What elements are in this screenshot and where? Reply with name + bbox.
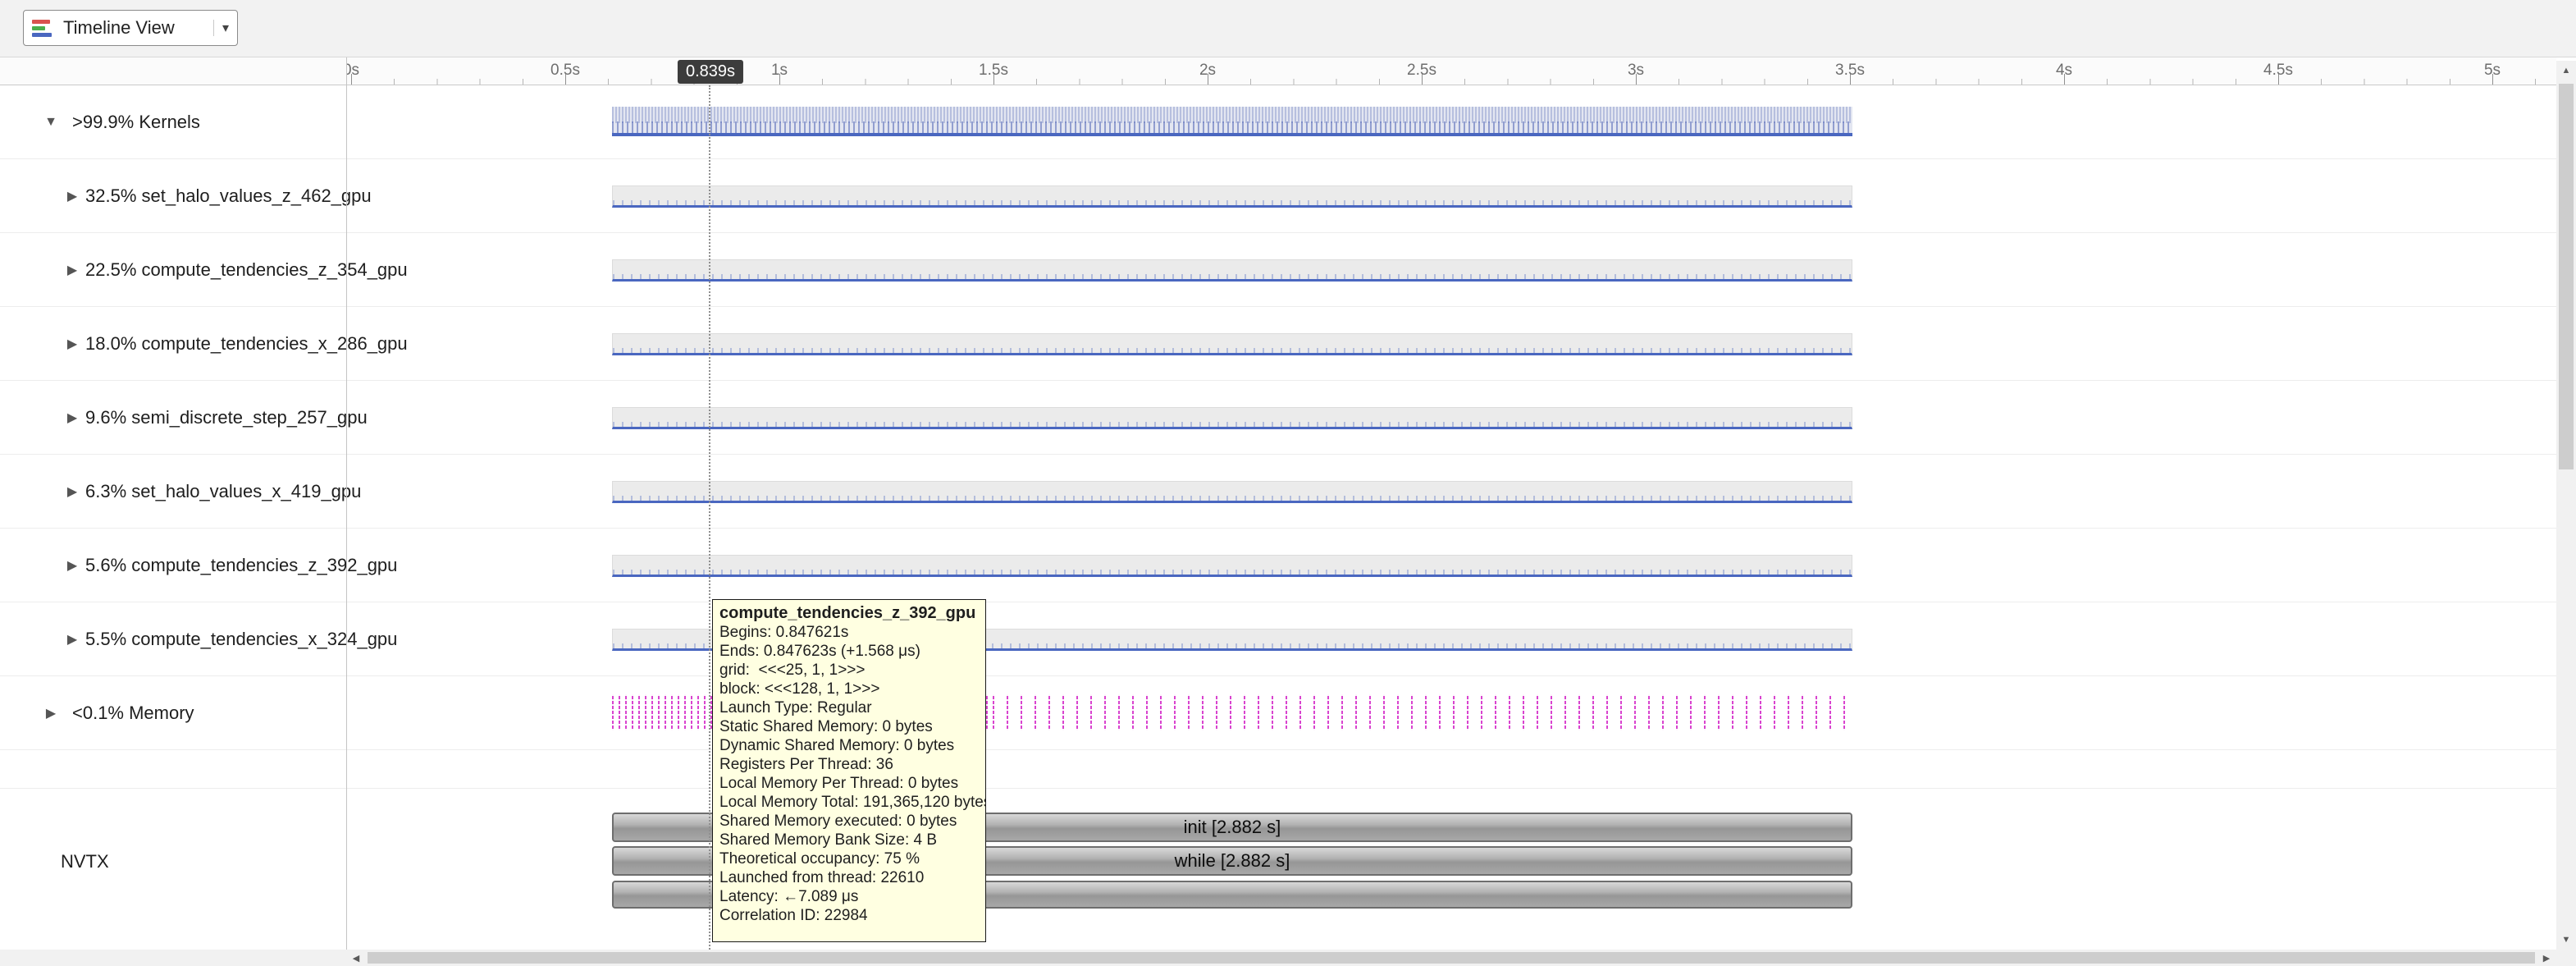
chevron-right-icon[interactable]: ▶ <box>62 483 82 500</box>
kernel-activity-bar[interactable] <box>612 333 1852 355</box>
top-toolbar: Timeline View ▾ 1x i 15 messages <box>0 0 2576 57</box>
kernel-activity-bar[interactable] <box>612 555 1852 577</box>
row-label[interactable]: >99.9% Kernels <box>72 112 200 133</box>
row-kernel: ▶ 22.5% compute_tendencies_z_354_gpu <box>0 233 2556 307</box>
row-label[interactable]: 22.5% compute_tendencies_z_354_gpu <box>85 259 408 281</box>
nvtx-section-separator <box>0 788 2556 789</box>
row-kernel: ▶ 9.6% semi_discrete_step_257_gpu <box>0 381 2556 455</box>
ruler-tick-label: 0s <box>346 62 359 80</box>
memory-transfer-ticks[interactable] <box>993 694 1852 730</box>
ruler-tick-label: 2s <box>1199 62 1216 80</box>
view-selector-label: Timeline View <box>63 17 175 39</box>
tooltip-line: Launched from thread: 22610 <box>719 868 979 887</box>
tooltip-line: Correlation ID: 22984 <box>719 906 979 925</box>
dropdown-arrow-icon: ▾ <box>213 20 229 36</box>
row-label[interactable]: 5.5% compute_tendencies_x_324_gpu <box>85 629 397 650</box>
ruler-tick-label: 0.5s <box>550 62 580 80</box>
scrollbar-corner <box>2556 950 2576 966</box>
horizontal-scrollbar[interactable]: ◀ ▶ <box>346 950 2556 966</box>
tooltip-line: Launch Type: Regular <box>719 698 979 717</box>
tooltip-line: Local Memory Per Thread: 0 bytes <box>719 774 979 793</box>
tooltip-line: Dynamic Shared Memory: 0 bytes <box>719 736 979 755</box>
kernel-activity-bar[interactable] <box>612 407 1852 429</box>
kernels-summary-bar[interactable] <box>612 107 1852 136</box>
tooltip-line: block: <<<128, 1, 1>>> <box>719 680 979 698</box>
timeline-view-icon <box>32 17 53 39</box>
chevron-right-icon[interactable]: ▶ <box>62 410 82 426</box>
row-label[interactable]: <0.1% Memory <box>72 703 194 724</box>
vertical-scrollbar[interactable]: ▲ ▼ <box>2556 61 2576 950</box>
tooltip-line: Shared Memory executed: 0 bytes <box>719 812 979 831</box>
view-selector-dropdown[interactable]: Timeline View ▾ <box>23 10 238 46</box>
chevron-right-icon[interactable]: ▶ <box>62 336 82 352</box>
scroll-down-icon[interactable]: ▼ <box>2556 930 2576 950</box>
row-label[interactable]: 6.3% set_halo_values_x_419_gpu <box>85 481 361 502</box>
sidebar-divider <box>346 57 347 950</box>
row-memory: ▶ <0.1% Memory <box>0 676 2556 750</box>
vertical-scroll-thumb[interactable] <box>2559 84 2574 469</box>
nvtx-row-label[interactable]: NVTX <box>61 851 109 872</box>
horizontal-scroll-thumb[interactable] <box>368 952 2535 964</box>
ruler-tick-label: 4.5s <box>2263 62 2293 80</box>
chevron-right-icon[interactable]: ▶ <box>41 705 61 721</box>
row-kernels: ▼ >99.9% Kernels <box>0 85 2556 159</box>
row-label[interactable]: 18.0% compute_tendencies_x_286_gpu <box>85 333 408 355</box>
kernel-activity-bar[interactable] <box>612 185 1852 208</box>
kernel-activity-bar[interactable] <box>612 481 1852 503</box>
row-kernel: ▶ 6.3% set_halo_values_x_419_gpu <box>0 455 2556 529</box>
ruler-tick-label: 5s <box>2484 62 2501 80</box>
time-marker-badge[interactable]: 0.839s <box>678 60 743 84</box>
ruler-tick-label: 4s <box>2056 62 2072 80</box>
row-kernel: ▶ 18.0% compute_tendencies_x_286_gpu <box>0 307 2556 381</box>
tooltip-line: Static Shared Memory: 0 bytes <box>719 717 979 736</box>
tooltip-line: Shared Memory Bank Size: 4 B <box>719 831 979 849</box>
chevron-right-icon[interactable]: ▶ <box>62 188 82 204</box>
row-label[interactable]: 32.5% set_halo_values_z_462_gpu <box>85 185 372 207</box>
row-kernel: ▶ 32.5% set_halo_values_z_462_gpu <box>0 159 2556 233</box>
chevron-down-icon[interactable]: ▼ <box>41 115 61 130</box>
ruler-tick-label: 1s <box>771 62 788 80</box>
timeline-ruler[interactable]: 0s 0.5s 1s 1.5s 2s 2.5s 3s 3.5s 4s 4.5s … <box>0 57 2556 85</box>
row-kernel: ▶ 5.6% compute_tendencies_z_392_gpu <box>0 529 2556 602</box>
tooltip-line: grid: <<<25, 1, 1>>> <box>719 661 979 680</box>
kernel-activity-bar[interactable] <box>612 259 1852 282</box>
bottom-left-filler <box>0 950 346 966</box>
ruler-tick-label: 3s <box>1628 62 1644 80</box>
time-marker-line[interactable] <box>709 85 710 950</box>
timeline-content: ▼ >99.9% Kernels ▶ 32.5% set_halo_values… <box>0 85 2556 950</box>
kernel-tooltip: compute_tendencies_z_392_gpu Begins: 0.8… <box>712 599 986 942</box>
ruler-tick-label: 2.5s <box>1407 62 1436 80</box>
tooltip-line: Begins: 0.847621s <box>719 623 979 642</box>
scroll-left-icon[interactable]: ◀ <box>346 950 366 966</box>
tooltip-line: Latency: ←7.089 μs <box>719 887 979 906</box>
scroll-up-icon[interactable]: ▲ <box>2556 61 2576 80</box>
ruler-tick-label: 1.5s <box>979 62 1008 80</box>
chevron-right-icon[interactable]: ▶ <box>62 262 82 278</box>
tooltip-line: Theoretical occupancy: 75 % <box>719 849 979 868</box>
row-kernel: ▶ 5.5% compute_tendencies_x_324_gpu <box>0 602 2556 676</box>
scroll-right-icon[interactable]: ▶ <box>2537 950 2556 966</box>
chevron-right-icon[interactable]: ▶ <box>62 557 82 574</box>
tooltip-line: Registers Per Thread: 36 <box>719 755 979 774</box>
chevron-right-icon[interactable]: ▶ <box>62 631 82 648</box>
tooltip-title: compute_tendencies_z_392_gpu <box>719 604 979 623</box>
row-label[interactable]: 9.6% semi_discrete_step_257_gpu <box>85 407 368 428</box>
tooltip-line: Ends: 0.847623s (+1.568 μs) <box>719 642 979 661</box>
ruler-tick-label: 3.5s <box>1835 62 1865 80</box>
row-label[interactable]: 5.6% compute_tendencies_z_392_gpu <box>85 555 397 576</box>
tooltip-line: Local Memory Total: 191,365,120 bytes <box>719 793 979 812</box>
